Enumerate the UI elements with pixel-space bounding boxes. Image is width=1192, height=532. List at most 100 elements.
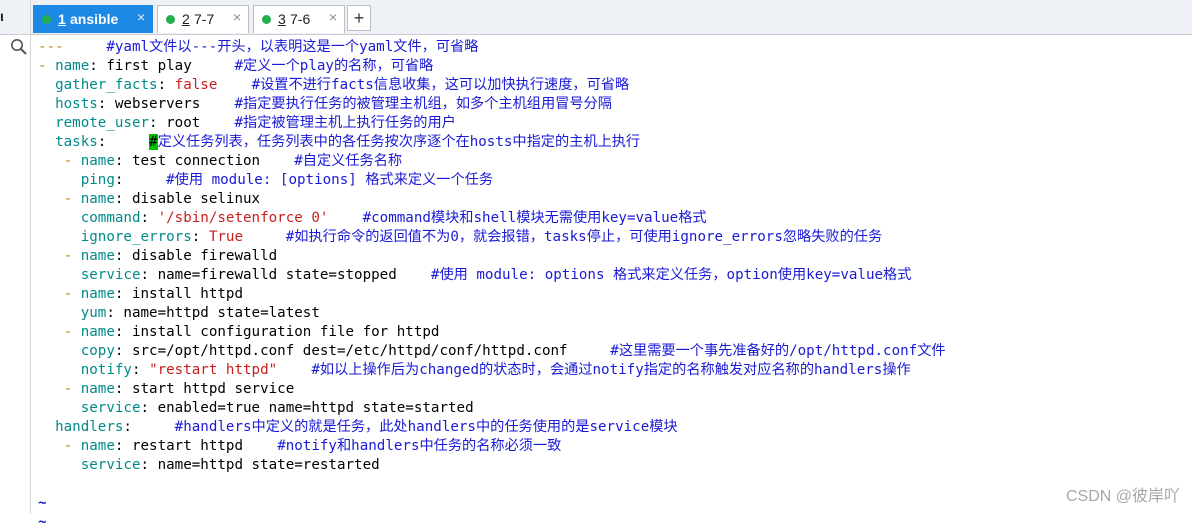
- tab-number: 3: [278, 11, 286, 27]
- yaml-literal: '/sbin/setenforce 0': [157, 210, 329, 226]
- code-line: yum: name=httpd state=latest: [38, 304, 1188, 323]
- yaml-value: : start httpd service: [114, 381, 295, 397]
- code-line: --- #yaml文件以---开头，以表明这是一个yaml文件，可省略: [38, 38, 1188, 57]
- yaml-value: :: [97, 134, 150, 150]
- yaml-value: : name=firewalld state=stopped: [140, 267, 431, 283]
- code-line: service: enabled=true name=httpd state=s…: [38, 399, 1188, 418]
- comment: 定义任务列表，任务列表中的各任务按次序逐个在hosts中指定的主机上执行: [157, 134, 641, 150]
- comment: #notify和handlers中任务的名称必须一致: [277, 438, 562, 454]
- yaml-key: name: [80, 438, 115, 454]
- yaml-key: copy: [38, 343, 115, 359]
- code-line: - name: disable selinux: [38, 190, 1188, 209]
- tab-label: ansible: [70, 11, 119, 27]
- list-dash: -: [38, 248, 81, 264]
- empty-line: [38, 475, 1188, 494]
- comment: #yaml文件以---开头，以表明这是一个yaml文件，可省略: [63, 39, 479, 55]
- comment: #自定义任务名称: [294, 153, 403, 169]
- connected-status-icon: [262, 15, 271, 24]
- yaml-value: : test connection: [114, 153, 295, 169]
- tilde-line: ~: [38, 494, 1188, 513]
- yaml-literal: True: [208, 229, 244, 245]
- close-icon[interactable]: ×: [233, 9, 241, 25]
- tab-bar: 1 ansible × 2 7-7 × 3 7-6 × +: [31, 0, 1192, 35]
- vim-empty-marker: ~: [38, 514, 47, 530]
- yaml-key: yum: [38, 305, 107, 321]
- comment: #定义一个play的名称，可省略: [234, 58, 434, 74]
- yaml-key: name: [80, 191, 115, 207]
- yaml-key: name: [80, 324, 115, 340]
- code-line: notify: "restart httpd" #如以上操作后为changed的…: [38, 361, 1188, 380]
- code-line: - name: install configuration file for h…: [38, 323, 1188, 342]
- comment: #设置不进行facts信息收集，这可以加快执行速度，可省略: [217, 77, 630, 93]
- code-line: copy: src=/opt/httpd.conf dest=/etc/http…: [38, 342, 1188, 361]
- comment: #如以上操作后为changed的状态时，会通过notify指定的名称触发对应名称…: [277, 362, 911, 378]
- vim-empty-marker: ~: [38, 495, 47, 511]
- comment: #指定要执行任务的被管理主机组，如多个主机组用冒号分隔: [234, 96, 612, 112]
- connected-status-icon: [42, 15, 51, 24]
- tilde-line: ~: [38, 513, 1188, 532]
- yaml-key: service: [38, 400, 141, 416]
- text-cursor: #: [149, 134, 158, 150]
- yaml-colon: :: [157, 77, 175, 93]
- connected-status-icon: [166, 15, 175, 24]
- yaml-value: : name=httpd state=latest: [106, 305, 320, 321]
- yaml-value: : install configuration file for httpd: [114, 324, 440, 340]
- yaml-key: handlers: [38, 419, 124, 435]
- code-line: hosts: webservers #指定要执行任务的被管理主机组，如多个主机组…: [38, 95, 1188, 114]
- yaml-value: : webservers: [97, 96, 235, 112]
- yaml-literal: "restart httpd": [149, 362, 278, 378]
- left-tab-fragment[interactable]: ι: [0, 0, 30, 35]
- code-line: - name: disable firewalld: [38, 247, 1188, 266]
- comment: #command模块和shell模块无需使用key=value格式: [328, 210, 707, 226]
- comment: #handlers中定义的就是任务，此处handlers中的任务使用的是serv…: [174, 419, 678, 435]
- list-dash: -: [38, 324, 81, 340]
- left-panel-strip: ι: [0, 0, 31, 514]
- yaml-key: ignore_errors: [38, 229, 192, 245]
- comment: #指定被管理主机上执行任务的用户: [234, 115, 456, 131]
- yaml-value: : disable firewalld: [114, 248, 278, 264]
- tab-7-7[interactable]: 2 7-7 ×: [157, 5, 249, 33]
- yaml-value: : enabled=true name=httpd state=started: [140, 400, 474, 416]
- yaml-colon: :: [191, 229, 209, 245]
- yaml-literal: false: [174, 77, 218, 93]
- code-line: - name: test connection #自定义任务名称: [38, 152, 1188, 171]
- list-dash: -: [38, 153, 81, 169]
- list-dash: -: [38, 191, 81, 207]
- yaml-key: service: [38, 267, 141, 283]
- code-line: - name: install httpd: [38, 285, 1188, 304]
- code-line: - name: start httpd service: [38, 380, 1188, 399]
- yaml-key: name: [80, 286, 115, 302]
- code-line: gather_facts: false #设置不进行facts信息收集，这可以加…: [38, 76, 1188, 95]
- list-dash: -: [38, 438, 81, 454]
- yaml-key: ping: [38, 172, 115, 188]
- yaml-value: : root: [149, 115, 235, 131]
- terminal-editor[interactable]: --- #yaml文件以---开头，以表明这是一个yaml文件，可省略 - na…: [38, 38, 1188, 532]
- code-line: command: '/sbin/setenforce 0' #command模块…: [38, 209, 1188, 228]
- list-dash: -: [38, 381, 81, 397]
- yaml-key: name: [80, 381, 115, 397]
- left-tab-fragment-text: ι: [0, 8, 4, 24]
- yaml-value: :: [123, 419, 175, 435]
- close-icon[interactable]: ×: [137, 9, 145, 25]
- tab-ansible[interactable]: 1 ansible ×: [33, 5, 153, 33]
- yaml-key: service: [38, 457, 141, 473]
- close-icon[interactable]: ×: [329, 9, 337, 25]
- yaml-key: name: [80, 248, 115, 264]
- comment: #这里需要一个事先准备好的/opt/httpd.conf文件: [610, 343, 946, 359]
- yaml-key: notify: [38, 362, 132, 378]
- add-tab-button[interactable]: +: [347, 5, 371, 31]
- code-line: service: name=firewalld state=stopped #使…: [38, 266, 1188, 285]
- yaml-key: command: [38, 210, 141, 226]
- yaml-colon: :: [131, 362, 150, 378]
- code-line: tasks: #定义任务列表，任务列表中的各任务按次序逐个在hosts中指定的主…: [38, 133, 1188, 152]
- tab-label: 7-6: [290, 11, 311, 27]
- tab-7-6[interactable]: 3 7-6 ×: [253, 5, 345, 33]
- code-line: remote_user: root #指定被管理主机上执行任务的用户: [38, 114, 1188, 133]
- comment: #如执行命令的返回值不为0，就会报错，tasks停止，可使用ignore_err…: [243, 229, 883, 245]
- search-icon[interactable]: [10, 38, 28, 56]
- yaml-start-marker: ---: [38, 39, 64, 55]
- yaml-key: name: [80, 153, 115, 169]
- yaml-colon: :: [140, 210, 158, 226]
- yaml-key: tasks: [38, 134, 98, 150]
- comment: #使用 module: options 格式来定义任务，option使用key=…: [430, 267, 912, 283]
